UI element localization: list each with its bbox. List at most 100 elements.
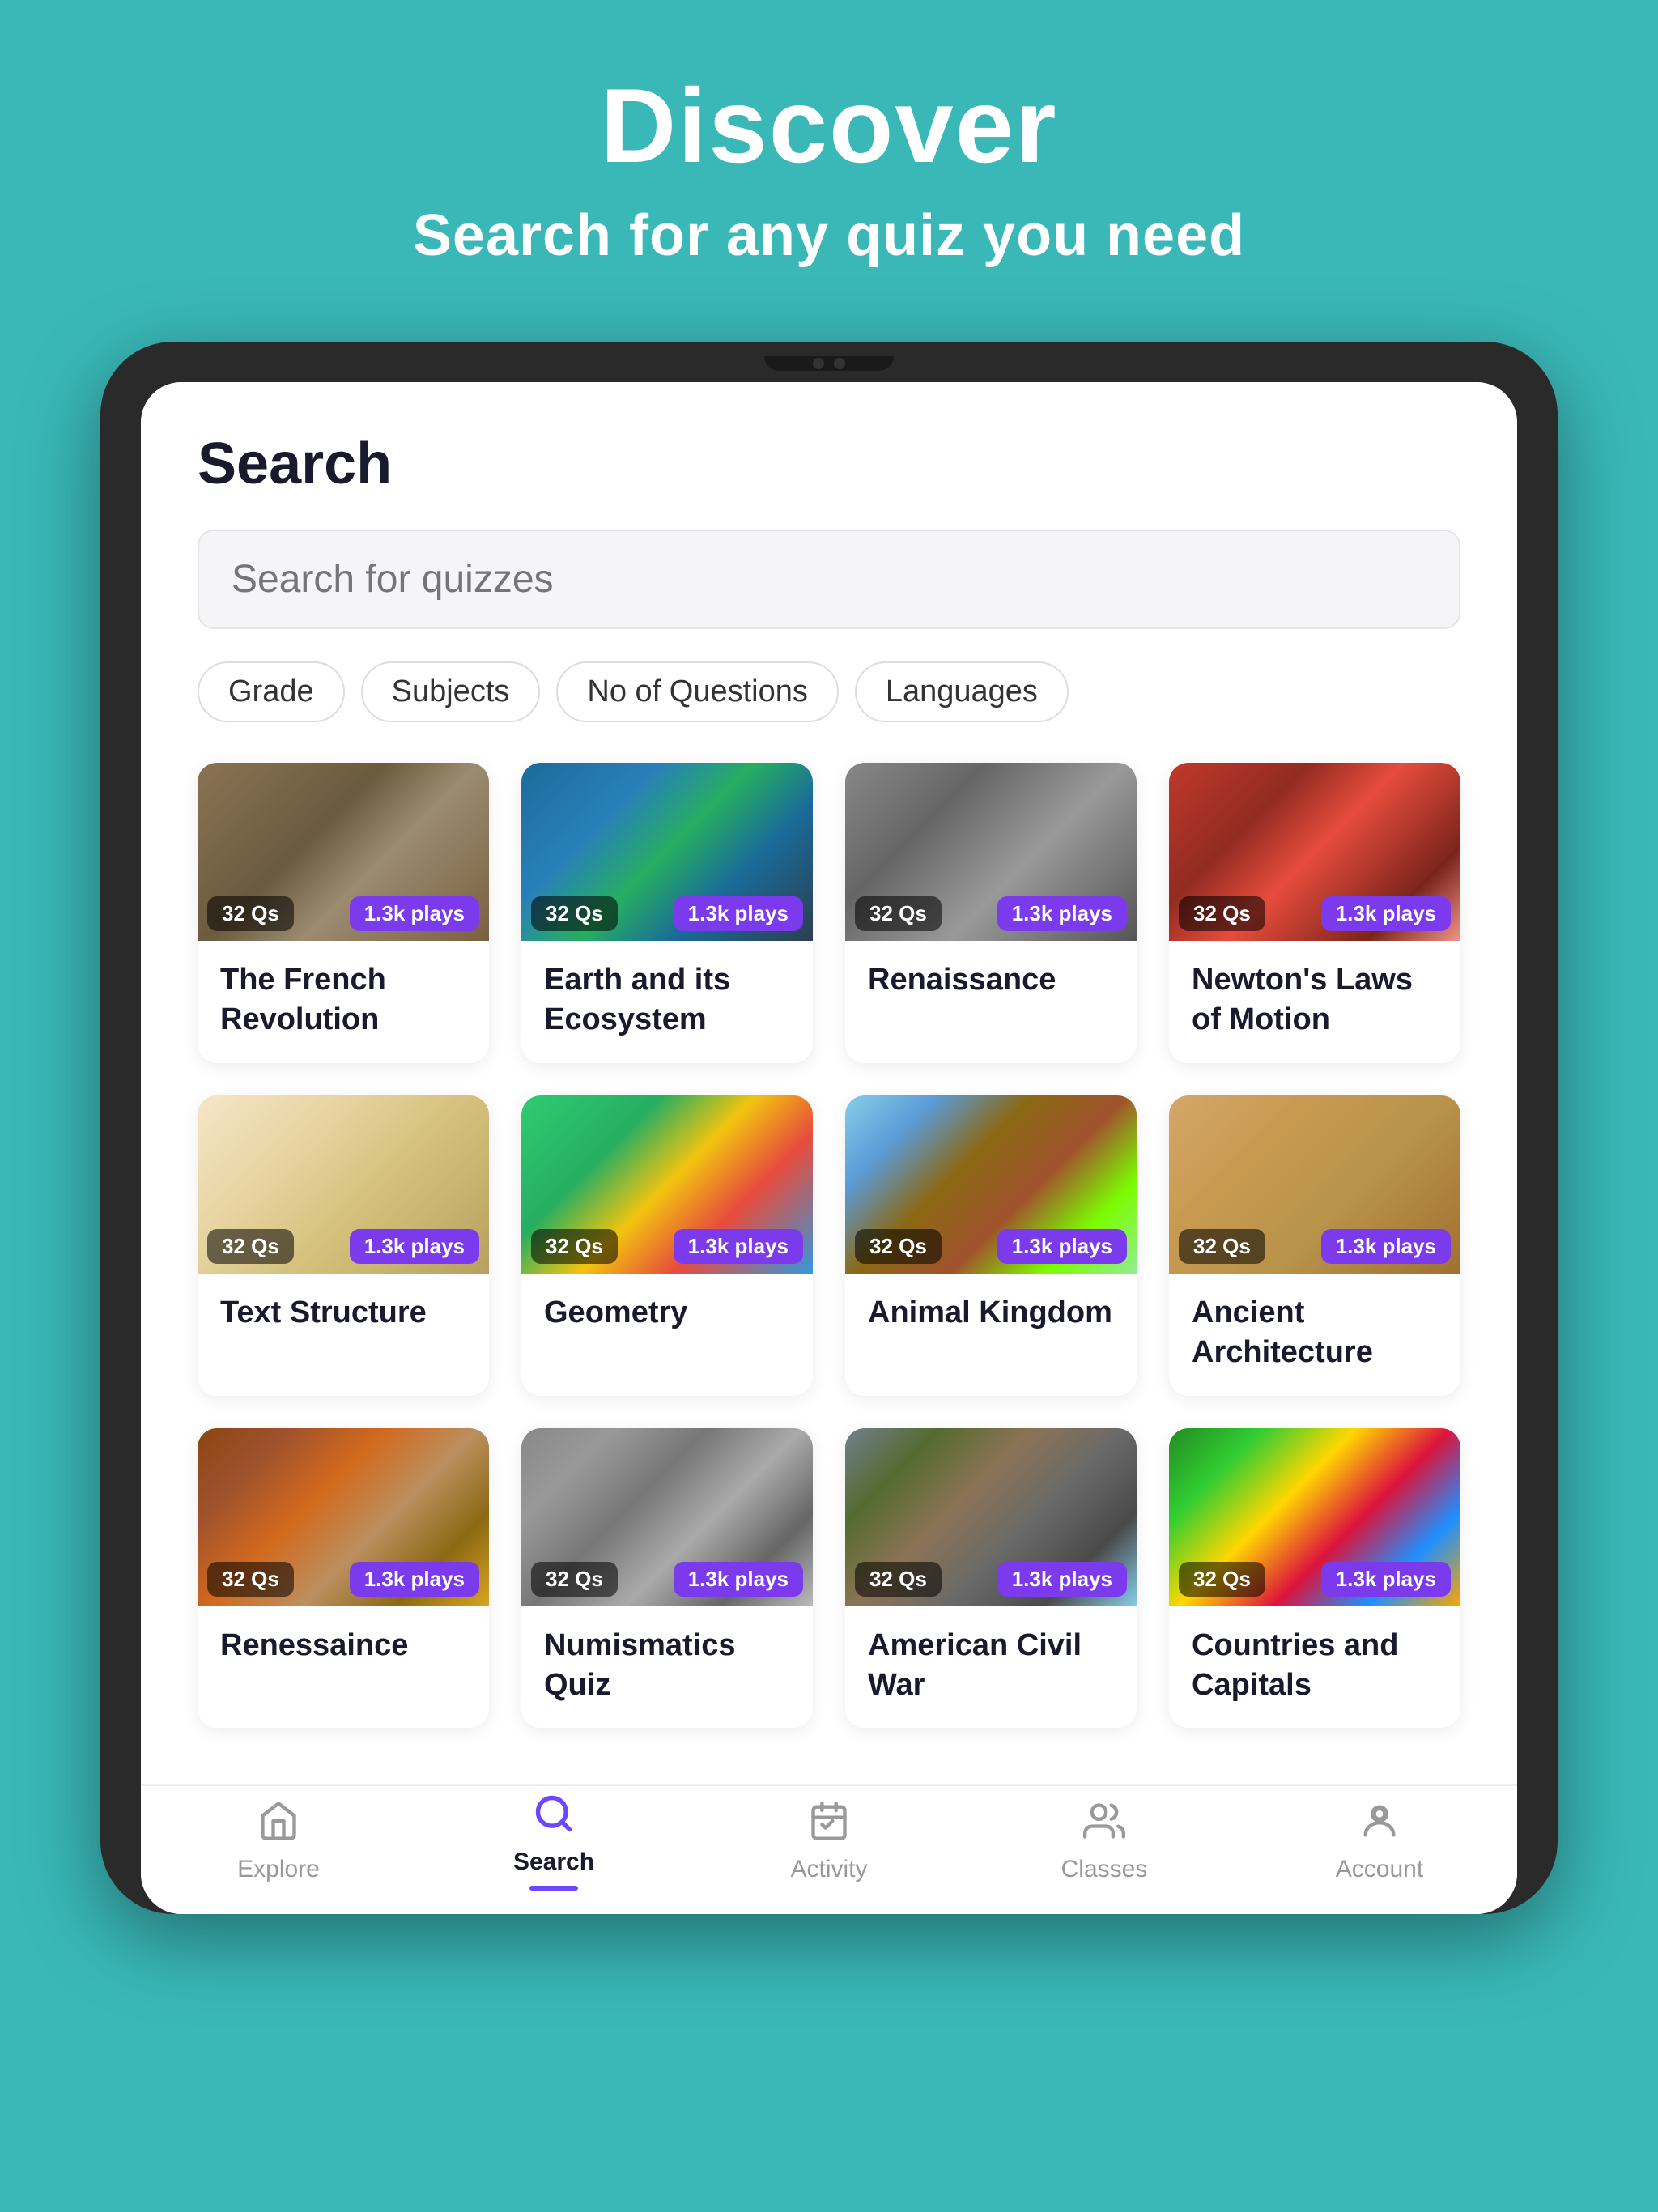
- quiz-card[interactable]: 32 Qs 1.3k plays Countries and Capitals: [1169, 1428, 1460, 1729]
- quiz-badges: 32 Qs 1.3k plays: [1179, 1229, 1451, 1264]
- device-notch: [764, 356, 894, 371]
- nav-item-activity[interactable]: Activity: [748, 1800, 910, 1883]
- quiz-card-image: 32 Qs 1.3k plays: [198, 763, 489, 941]
- quiz-badge-qs: 32 Qs: [1179, 1229, 1265, 1264]
- quiz-card-info: Newton's Laws of Motion: [1169, 941, 1460, 1063]
- quiz-badge-plays: 1.3k plays: [997, 1229, 1127, 1264]
- quiz-badge-qs: 32 Qs: [531, 896, 618, 931]
- quiz-badge-qs: 32 Qs: [531, 1562, 618, 1597]
- quiz-card-info: Text Structure: [198, 1274, 489, 1355]
- nav-item-account[interactable]: Account: [1299, 1800, 1460, 1883]
- quiz-badges: 32 Qs 1.3k plays: [855, 1229, 1127, 1264]
- quiz-badge-plays: 1.3k plays: [1321, 1229, 1451, 1264]
- quiz-card-title: Text Structure: [220, 1293, 466, 1333]
- quiz-badges: 32 Qs 1.3k plays: [855, 896, 1127, 931]
- filter-row: Grade Subjects No of Questions Languages: [198, 661, 1460, 722]
- quiz-badges: 32 Qs 1.3k plays: [531, 1229, 803, 1264]
- quiz-badge-plays: 1.3k plays: [674, 896, 803, 931]
- nav-item-explore[interactable]: Explore: [198, 1800, 359, 1883]
- quiz-badge-plays: 1.3k plays: [350, 896, 479, 931]
- nav-active-indicator: [529, 1886, 578, 1891]
- filter-grade[interactable]: Grade: [198, 661, 345, 722]
- quiz-card-title: Newton's Laws of Motion: [1192, 960, 1438, 1040]
- quiz-card[interactable]: 32 Qs 1.3k plays Newton's Laws of Motion: [1169, 763, 1460, 1063]
- nav-item-classes[interactable]: Classes: [1023, 1800, 1185, 1883]
- quiz-card-title: Animal Kingdom: [868, 1293, 1114, 1333]
- quiz-card-info: Ancient Architecture: [1169, 1274, 1460, 1396]
- quiz-card-image: 32 Qs 1.3k plays: [1169, 1095, 1460, 1274]
- quiz-card[interactable]: 32 Qs 1.3k plays Renessaince: [198, 1428, 489, 1729]
- quiz-badge-qs: 32 Qs: [207, 1229, 294, 1264]
- quiz-card-info: Renaissance: [845, 941, 1137, 1023]
- quiz-card[interactable]: 32 Qs 1.3k plays American Civil War: [845, 1428, 1137, 1729]
- app-content: Search Grade Subjects No of Questions La…: [141, 382, 1517, 1784]
- nav-label-classes: Classes: [1061, 1856, 1148, 1883]
- quiz-card-info: Countries and Capitals: [1169, 1606, 1460, 1729]
- quiz-badge-plays: 1.3k plays: [674, 1229, 803, 1264]
- nav-label-search: Search: [513, 1848, 594, 1876]
- quiz-card-image: 32 Qs 1.3k plays: [521, 1428, 813, 1606]
- quiz-badge-qs: 32 Qs: [531, 1229, 618, 1264]
- quiz-badge-qs: 32 Qs: [855, 1562, 942, 1597]
- quiz-card[interactable]: 32 Qs 1.3k plays Text Structure: [198, 1095, 489, 1396]
- quiz-badges: 32 Qs 1.3k plays: [207, 896, 479, 931]
- quiz-badge-plays: 1.3k plays: [997, 896, 1127, 931]
- filter-subjects[interactable]: Subjects: [361, 661, 541, 722]
- quiz-card-title: Renessaince: [220, 1626, 466, 1665]
- quiz-card-title: Earth and its Ecosystem: [544, 960, 790, 1040]
- quiz-card-image: 32 Qs 1.3k plays: [521, 1095, 813, 1274]
- bottom-nav: Explore Search: [141, 1784, 1517, 1914]
- quiz-card[interactable]: 32 Qs 1.3k plays Geometry: [521, 1095, 813, 1396]
- page-hero-title: Discover: [600, 65, 1057, 186]
- quiz-card-title: Renaissance: [868, 960, 1114, 1000]
- quiz-badge-plays: 1.3k plays: [1321, 896, 1451, 931]
- quiz-card[interactable]: 32 Qs 1.3k plays Earth and its Ecosystem: [521, 763, 813, 1063]
- classes-icon: [1083, 1800, 1125, 1849]
- notch-camera: [813, 358, 824, 369]
- quiz-card[interactable]: 32 Qs 1.3k plays Renaissance: [845, 763, 1137, 1063]
- filter-languages[interactable]: Languages: [855, 661, 1069, 722]
- quiz-card-image: 32 Qs 1.3k plays: [845, 763, 1137, 941]
- nav-label-account: Account: [1336, 1856, 1423, 1883]
- quiz-card[interactable]: 32 Qs 1.3k plays Animal Kingdom: [845, 1095, 1137, 1396]
- search-input[interactable]: [198, 530, 1460, 629]
- quiz-card[interactable]: 32 Qs 1.3k plays Numismatics Quiz: [521, 1428, 813, 1729]
- nav-label-activity: Activity: [790, 1856, 867, 1883]
- page-title: Search: [198, 431, 1460, 497]
- quiz-card-title: The French Revolution: [220, 960, 466, 1040]
- quiz-card-image: 32 Qs 1.3k plays: [845, 1095, 1137, 1274]
- quiz-card-image: 32 Qs 1.3k plays: [845, 1428, 1137, 1606]
- quiz-badge-plays: 1.3k plays: [674, 1562, 803, 1597]
- page-hero-subtitle: Search for any quiz you need: [413, 202, 1245, 269]
- activity-icon: [808, 1800, 850, 1849]
- quiz-badge-qs: 32 Qs: [855, 1229, 942, 1264]
- quiz-badges: 32 Qs 1.3k plays: [855, 1562, 1127, 1597]
- quiz-card-info: Earth and its Ecosystem: [521, 941, 813, 1063]
- quiz-badge-qs: 32 Qs: [1179, 896, 1265, 931]
- quiz-badges: 32 Qs 1.3k plays: [531, 896, 803, 931]
- quiz-card-info: The French Revolution: [198, 941, 489, 1063]
- filter-no-of-questions[interactable]: No of Questions: [556, 661, 838, 722]
- header-section: Discover Search for any quiz you need: [0, 0, 1658, 317]
- screen: Search Grade Subjects No of Questions La…: [141, 382, 1517, 1914]
- notch-sensor: [834, 358, 845, 369]
- quiz-badge-plays: 1.3k plays: [997, 1562, 1127, 1597]
- quiz-card-info: American Civil War: [845, 1606, 1137, 1729]
- nav-item-search[interactable]: Search: [473, 1793, 635, 1891]
- quiz-card[interactable]: 32 Qs 1.3k plays Ancient Architecture: [1169, 1095, 1460, 1396]
- quiz-card-info: Numismatics Quiz: [521, 1606, 813, 1729]
- quiz-badge-qs: 32 Qs: [207, 1562, 294, 1597]
- quiz-badge-qs: 32 Qs: [855, 896, 942, 931]
- quiz-card-image: 32 Qs 1.3k plays: [1169, 1428, 1460, 1606]
- quiz-card-title: Numismatics Quiz: [544, 1626, 790, 1706]
- quiz-card-info: Animal Kingdom: [845, 1274, 1137, 1355]
- quiz-card-image: 32 Qs 1.3k plays: [198, 1428, 489, 1606]
- quiz-badges: 32 Qs 1.3k plays: [207, 1229, 479, 1264]
- quiz-badges: 32 Qs 1.3k plays: [207, 1562, 479, 1597]
- account-icon: [1358, 1800, 1401, 1849]
- quiz-badges: 32 Qs 1.3k plays: [1179, 896, 1451, 931]
- quiz-card-title: Geometry: [544, 1293, 790, 1333]
- quiz-card[interactable]: 32 Qs 1.3k plays The French Revolution: [198, 763, 489, 1063]
- quiz-card-image: 32 Qs 1.3k plays: [198, 1095, 489, 1274]
- quiz-card-image: 32 Qs 1.3k plays: [521, 763, 813, 941]
